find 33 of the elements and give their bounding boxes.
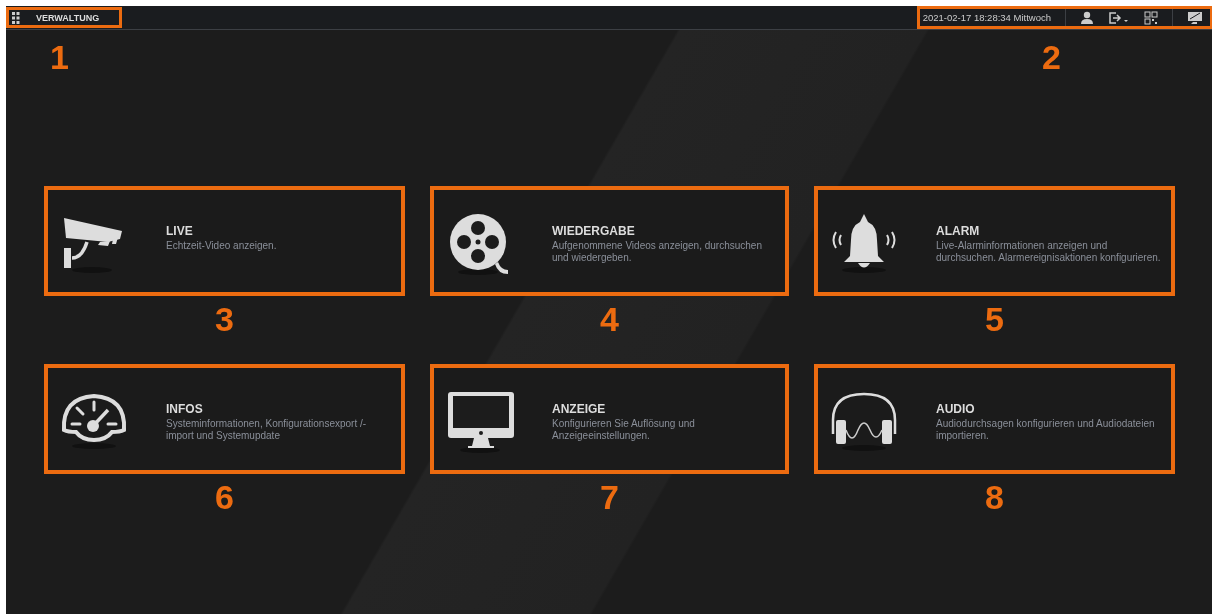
- menu-tile[interactable]: LIVE Echtzeit-Video anzeigen.: [44, 186, 405, 296]
- main-menu-button[interactable]: VERWALTUNG: [7, 8, 122, 27]
- monitor-icon[interactable]: [1187, 10, 1203, 25]
- tile-title: ANZEIGE: [552, 402, 607, 416]
- callout-number: 5: [985, 302, 1004, 336]
- tile-description: Aufgenommene Videos anzeigen, durchsuchen und wiedergeben.: [552, 240, 763, 263]
- user-icon[interactable]: [1080, 10, 1094, 25]
- callout-number: 4: [600, 302, 619, 336]
- callout-number: 6: [215, 480, 234, 514]
- menu-tile[interactable]: ALARM Live-Alarminformationen anzeigen und durchsuchen. Alarmereignisaktionen konfigurieren.: [814, 186, 1175, 296]
- callout-number: 7: [600, 480, 619, 514]
- menu-tile[interactable]: ANZEIGE Konfigurieren Sie Auflösung und Anzeigeeinstellungen.: [430, 364, 789, 474]
- menu-tile[interactable]: AUDIO Audiodurchsagen konfigurieren und Audiodateien importieren.: [814, 364, 1175, 474]
- qr-code-icon[interactable]: [1144, 10, 1158, 25]
- callout-number: 3: [215, 302, 234, 336]
- tile-description: Konfigurieren Sie Auflösung und Anzeigeeinstellungen.: [552, 418, 696, 441]
- tile-title: LIVE: [166, 224, 194, 238]
- monitor-icon: [446, 390, 516, 454]
- tile-description: Live-Alarminformationen anzeigen und durchsuchen. Alarmereignisaktionen konfigurieren.: [936, 240, 1161, 263]
- logout-icon[interactable]: [1108, 10, 1130, 25]
- tile-description: Echtzeit-Video anzeigen.: [166, 240, 277, 252]
- tile-title: WIEDERGABE: [552, 224, 636, 238]
- menu-tile[interactable]: WIEDERGABE Aufgenommene Videos anzeigen, durchsuchen und wiedergeben.: [430, 186, 789, 296]
- callout-number: 8: [985, 480, 1004, 514]
- date-time: 2021-02-17 18:28:34 Mittwoch: [922, 12, 1051, 23]
- tile-title: INFOS: [166, 402, 204, 416]
- callout-number: 2: [1042, 40, 1061, 74]
- tile-description: Audiodurchsagen konfigurieren und Audiodateien importieren.: [936, 418, 1156, 441]
- tile-title: ALARM: [936, 224, 981, 238]
- tile-description: Systeminformationen, Konfigurationsexport /-import und Systemupdate: [166, 418, 368, 441]
- menu-tile[interactable]: INFOS Systeminformationen, Konfigurationsexport /-import und Systemupdate: [44, 364, 405, 474]
- callout-number: 1: [50, 40, 69, 74]
- tile-title: AUDIO: [936, 402, 976, 416]
